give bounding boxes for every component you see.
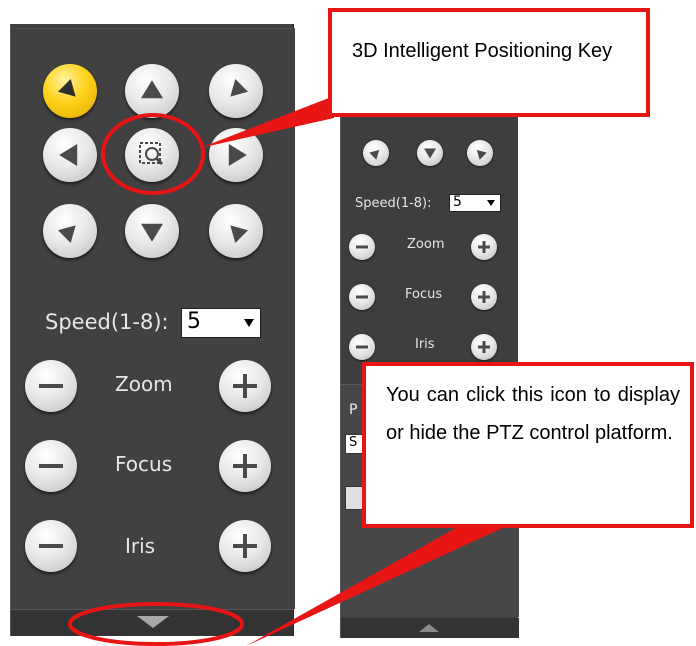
callout-toggle-panel-text: You can click this icon to display or hi… <box>386 384 680 444</box>
callout-positioning-key-text: 3D Intelligent Positioning Key <box>352 40 613 62</box>
callout-pointer-top <box>200 96 334 148</box>
callout-positioning-key: 3D Intelligent Positioning Key <box>328 8 650 117</box>
highlight-3d-positioning <box>101 113 205 195</box>
callout-toggle-panel: You can click this icon to display or hi… <box>362 362 694 528</box>
highlight-toggle-arrow <box>68 602 244 646</box>
callout-pointer-bottom <box>246 520 520 646</box>
